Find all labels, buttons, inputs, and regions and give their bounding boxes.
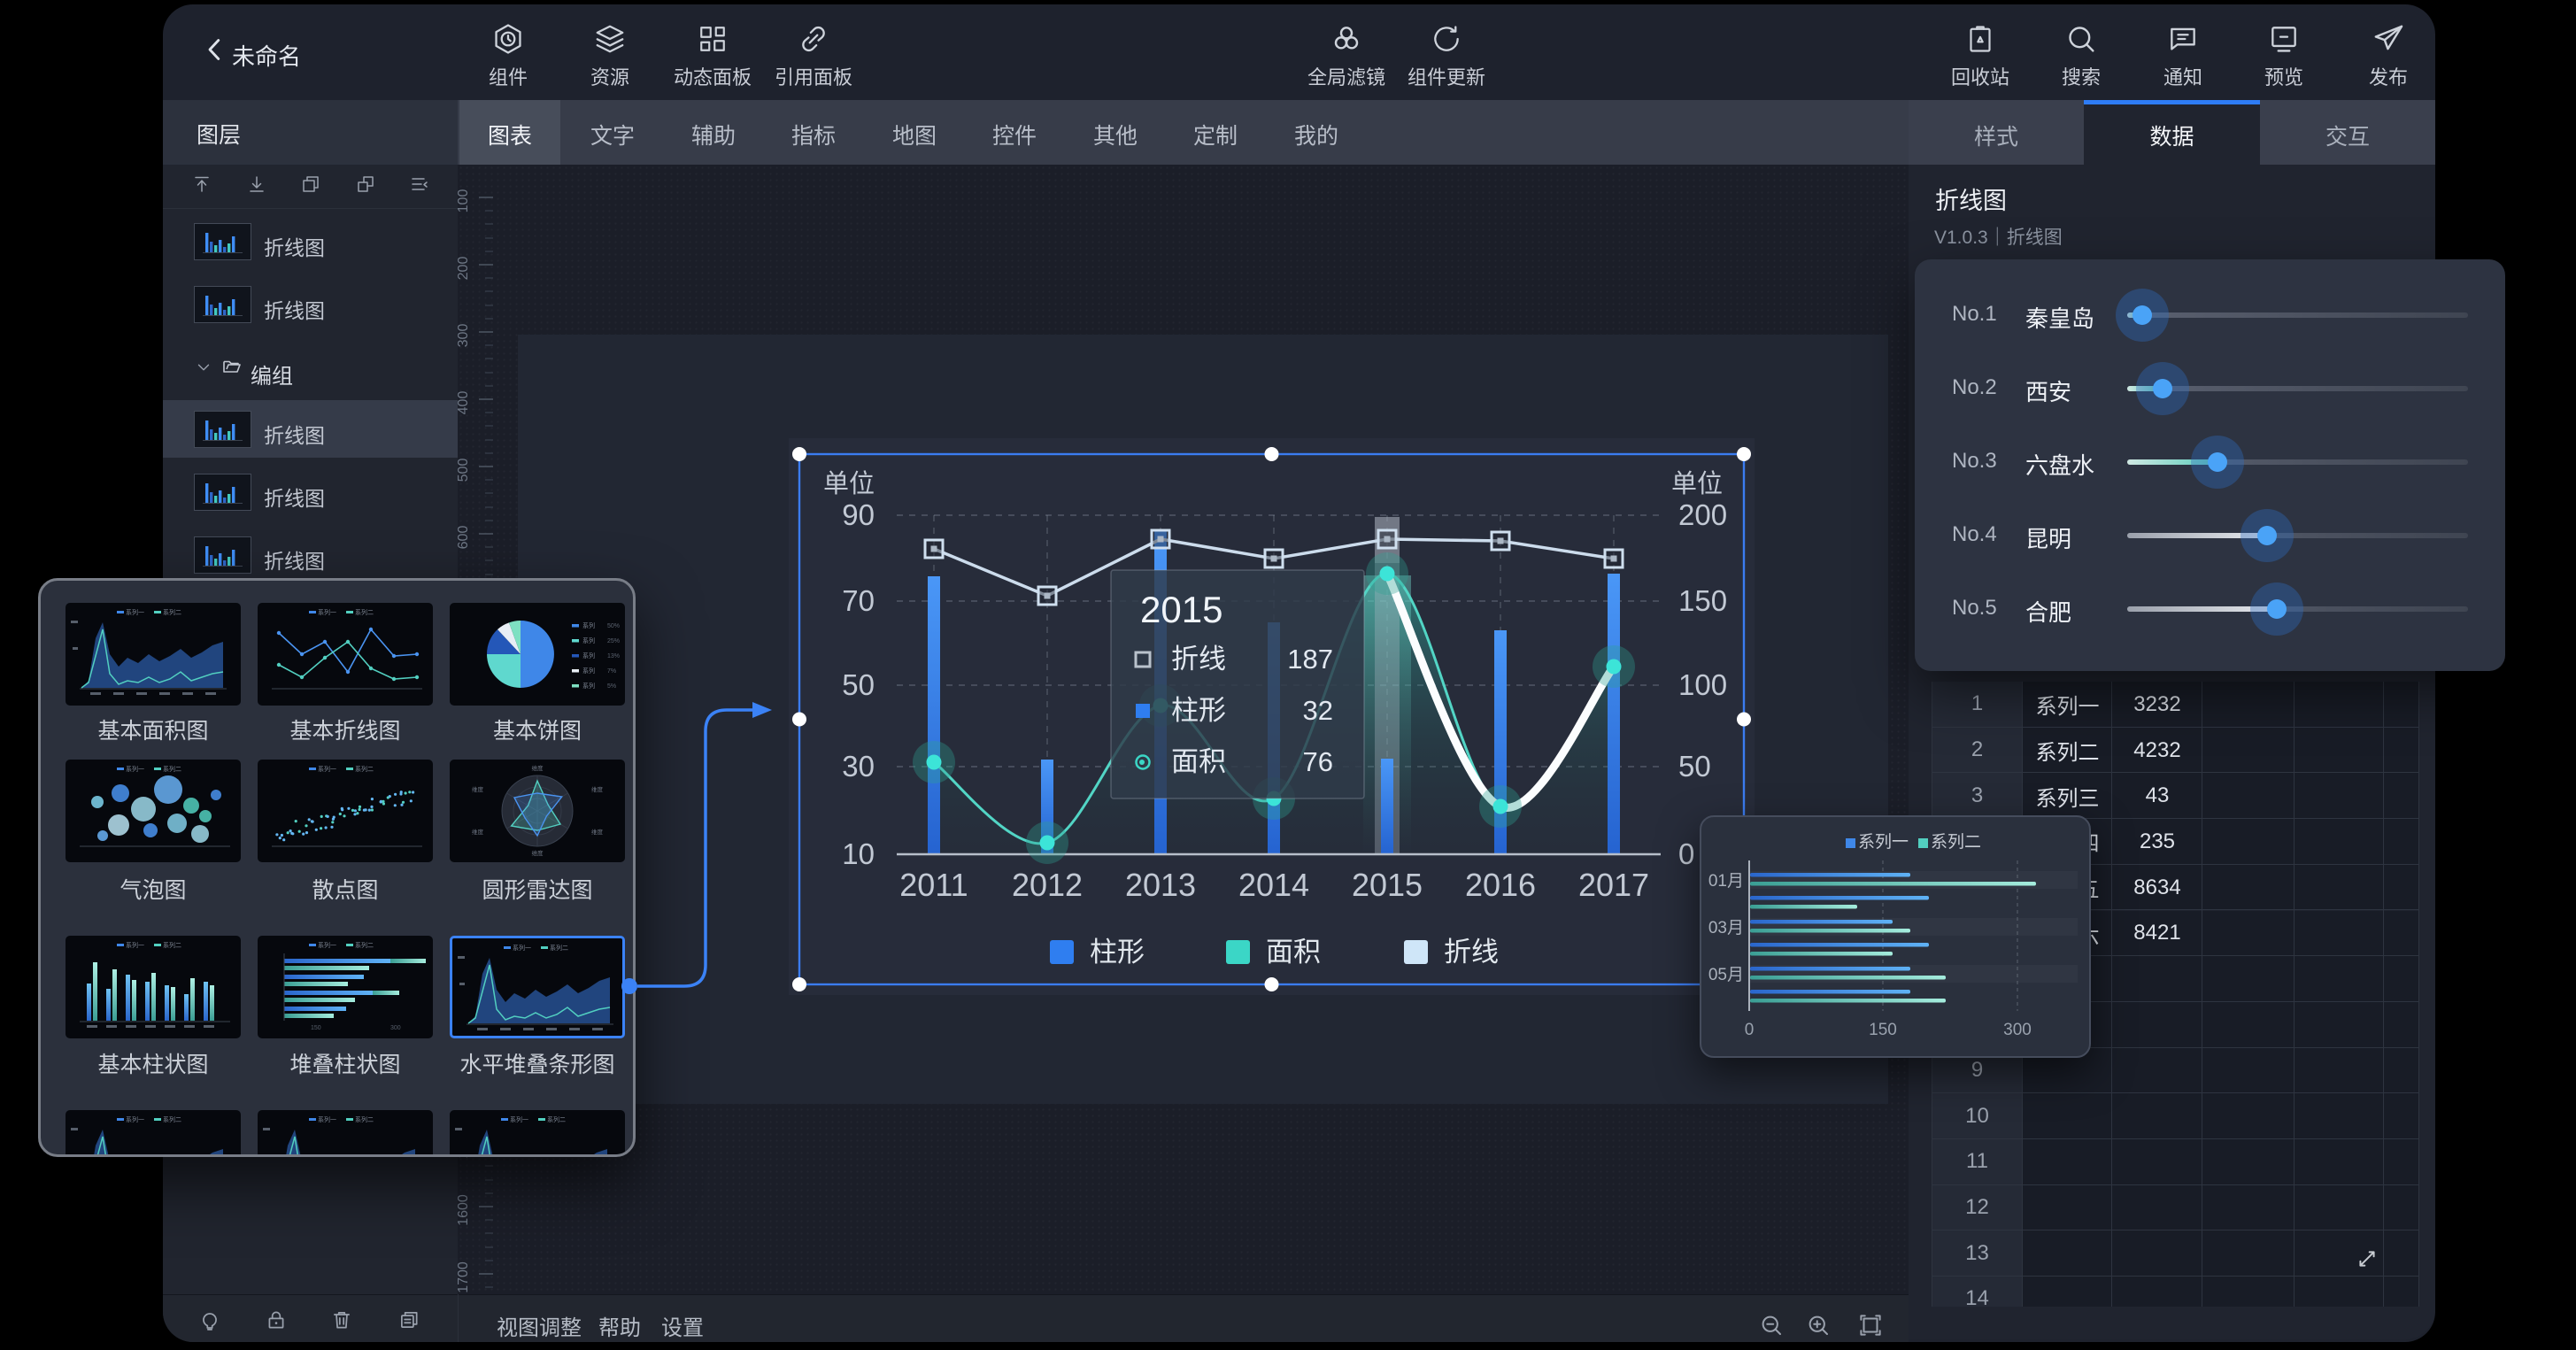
svg-text:150: 150 — [1678, 584, 1727, 617]
svg-text:折线: 折线 — [1171, 644, 1226, 675]
svg-text:单位: 单位 — [823, 469, 875, 498]
svg-text:400: 400 — [458, 391, 471, 415]
svg-text:2015: 2015 — [1140, 589, 1222, 630]
svg-text:系列一: 系列一 — [126, 941, 144, 949]
svg-text:600: 600 — [458, 526, 471, 550]
svg-text:300: 300 — [2003, 1021, 2032, 1039]
svg-text:系列二: 系列二 — [163, 1115, 181, 1123]
svg-text:0: 0 — [1678, 837, 1694, 870]
svg-text:柱形: 柱形 — [1090, 937, 1145, 968]
svg-text:1600: 1600 — [458, 1194, 471, 1226]
svg-text:100: 100 — [1678, 668, 1727, 701]
svg-text:30: 30 — [842, 750, 875, 783]
svg-text:150: 150 — [1869, 1021, 1897, 1039]
svg-text:05月: 05月 — [1708, 966, 1744, 984]
svg-text:维度: 维度 — [472, 785, 484, 793]
svg-text:柱形: 柱形 — [1171, 695, 1226, 726]
svg-text:76: 76 — [1303, 746, 1333, 777]
svg-text:100: 100 — [458, 189, 471, 213]
svg-text:2016: 2016 — [1465, 867, 1536, 903]
svg-text:系列二: 系列二 — [1931, 832, 1981, 852]
svg-text:25%: 25% — [607, 638, 620, 644]
svg-text:200: 200 — [1678, 498, 1727, 531]
svg-text:维度: 维度 — [472, 828, 484, 836]
svg-text:7%: 7% — [607, 668, 616, 675]
svg-text:2013: 2013 — [1125, 867, 1196, 903]
svg-text:系列: 系列 — [582, 652, 595, 660]
svg-text:2017: 2017 — [1578, 867, 1649, 903]
svg-text:系列二: 系列二 — [355, 608, 374, 616]
svg-text:系列一: 系列一 — [318, 941, 336, 949]
svg-text:32: 32 — [1303, 695, 1333, 726]
svg-text:0: 0 — [1745, 1021, 1755, 1039]
svg-text:2015: 2015 — [1352, 867, 1423, 903]
svg-text:系列二: 系列二 — [355, 765, 374, 773]
svg-text:维度: 维度 — [591, 828, 604, 836]
svg-text:500: 500 — [458, 459, 471, 482]
svg-text:系列一: 系列一 — [1858, 832, 1909, 852]
svg-text:2011: 2011 — [899, 867, 968, 903]
svg-text:系列二: 系列二 — [550, 944, 568, 952]
svg-text:300: 300 — [390, 1025, 401, 1031]
svg-text:系列一: 系列一 — [318, 1115, 336, 1123]
svg-text:13%: 13% — [607, 653, 620, 660]
svg-text:50: 50 — [1678, 750, 1711, 783]
svg-text:系列二: 系列二 — [355, 941, 374, 949]
svg-text:维度: 维度 — [532, 849, 544, 857]
svg-text:系列二: 系列二 — [163, 765, 181, 773]
svg-text:系列一: 系列一 — [513, 944, 531, 952]
svg-text:系列一: 系列一 — [126, 608, 144, 616]
svg-text:系列一: 系列一 — [126, 765, 144, 773]
svg-text:5%: 5% — [607, 683, 616, 690]
svg-text:70: 70 — [842, 584, 875, 617]
svg-text:折线: 折线 — [1444, 937, 1499, 968]
svg-text:系列一: 系列一 — [126, 1115, 144, 1123]
svg-text:150: 150 — [311, 1025, 321, 1031]
svg-text:单位: 单位 — [1671, 469, 1723, 498]
svg-text:10: 10 — [842, 837, 875, 870]
svg-text:系列: 系列 — [582, 636, 595, 644]
svg-text:面积: 面积 — [1266, 937, 1321, 968]
svg-text:03月: 03月 — [1708, 919, 1744, 937]
svg-text:01月: 01月 — [1708, 872, 1744, 891]
svg-text:维度: 维度 — [532, 764, 544, 772]
svg-text:系列一: 系列一 — [318, 608, 336, 616]
svg-text:187: 187 — [1287, 644, 1333, 675]
svg-text:1700: 1700 — [458, 1261, 471, 1293]
svg-text:90: 90 — [842, 498, 875, 531]
svg-text:系列: 系列 — [582, 682, 595, 690]
svg-text:2012: 2012 — [1012, 867, 1083, 903]
svg-text:系列一: 系列一 — [318, 765, 336, 773]
svg-text:系列二: 系列二 — [163, 608, 181, 616]
svg-text:系列二: 系列二 — [163, 941, 181, 949]
svg-text:200: 200 — [458, 257, 471, 281]
svg-text:系列二: 系列二 — [547, 1115, 566, 1123]
svg-text:300: 300 — [458, 324, 471, 348]
svg-text:维度: 维度 — [591, 785, 604, 793]
svg-text:系列二: 系列二 — [355, 1115, 374, 1123]
svg-text:2014: 2014 — [1238, 867, 1309, 903]
svg-text:50%: 50% — [607, 623, 620, 629]
svg-text:系列: 系列 — [582, 621, 595, 629]
svg-text:系列: 系列 — [582, 667, 595, 675]
svg-text:面积: 面积 — [1171, 746, 1226, 777]
svg-text:系列一: 系列一 — [510, 1115, 528, 1123]
svg-text:50: 50 — [842, 668, 875, 701]
